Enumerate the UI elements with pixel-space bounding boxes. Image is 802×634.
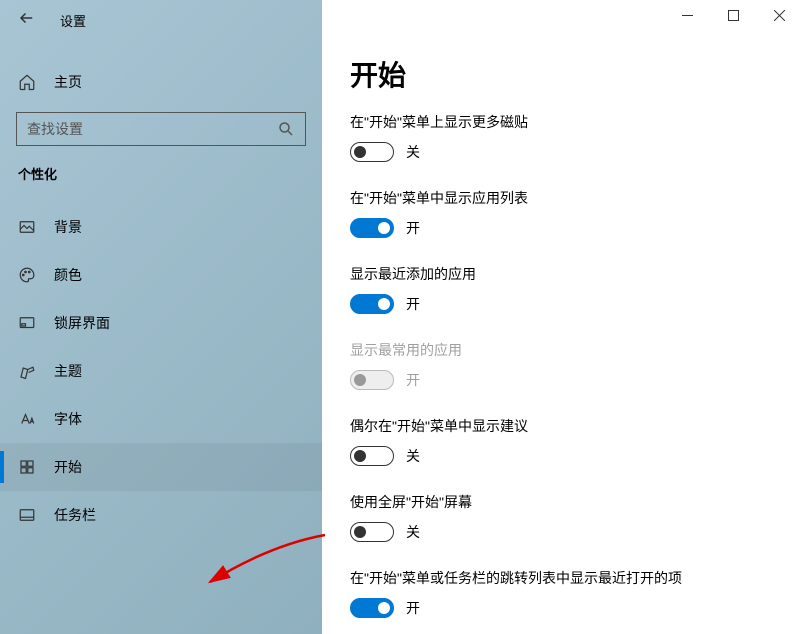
setting-jumplist: 在"开始"菜单或任务栏的跳转列表中显示最近打开的项 开 [350,568,774,618]
toggle-state: 关 [406,446,420,466]
setting-label: 在"开始"菜单中显示应用列表 [350,188,774,208]
maximize-button[interactable] [710,0,756,30]
toggle-row: 开 [350,294,774,314]
sidebar-item-label: 任务栏 [54,505,96,525]
toggle-jumplist[interactable] [350,598,394,618]
category-label: 个性化 [0,146,322,189]
toggle-recently-added[interactable] [350,294,394,314]
sidebar-item-label: 开始 [54,457,82,477]
setting-label: 使用全屏"开始"屏幕 [350,492,774,512]
lockscreen-icon [18,314,36,332]
toggle-row: 开 [350,370,774,390]
toggle-row: 关 [350,446,774,466]
toggle-state: 关 [406,142,420,162]
setting-more-tiles: 在"开始"菜单上显示更多磁贴 关 [350,112,774,162]
annotation-arrow-icon [322,530,330,590]
sidebar-item-start[interactable]: 开始 [0,443,322,491]
setting-label: 显示最近添加的应用 [350,264,774,284]
minimize-button[interactable] [664,0,710,30]
close-button[interactable] [756,0,802,30]
setting-most-used: 显示最常用的应用 开 [350,340,774,390]
toggle-state: 开 [406,294,420,314]
toggle-state: 开 [406,370,420,390]
sidebar-item-label: 字体 [54,409,82,429]
home-label: 主页 [54,72,82,92]
setting-recently-added: 显示最近添加的应用 开 [350,264,774,314]
home-icon [18,73,36,91]
sidebar-item-themes[interactable]: 主题 [0,347,322,395]
setting-label: 在"开始"菜单或任务栏的跳转列表中显示最近打开的项 [350,568,774,588]
toggle-row: 开 [350,598,774,618]
toggle-fullscreen[interactable] [350,522,394,542]
start-icon [18,458,36,476]
toggle-state: 关 [406,522,420,542]
font-icon [18,410,36,428]
minimize-icon [682,10,693,21]
toggle-state: 开 [406,218,420,238]
sidebar-item-label: 颜色 [54,265,82,285]
sidebar-item-background[interactable]: 背景 [0,203,322,251]
setting-suggestions: 偶尔在"开始"菜单中显示建议 关 [350,416,774,466]
toggle-suggestions[interactable] [350,446,394,466]
main-panel: 开始 在"开始"菜单上显示更多磁贴 关 在"开始"菜单中显示应用列表 开 显示最… [322,0,802,634]
sidebar-item-fonts[interactable]: 字体 [0,395,322,443]
setting-label: 显示最常用的应用 [350,340,774,360]
maximize-icon [728,10,739,21]
sidebar-item-label: 主题 [54,361,82,381]
setting-app-list: 在"开始"菜单中显示应用列表 开 [350,188,774,238]
sidebar-item-colors[interactable]: 颜色 [0,251,322,299]
toggle-row: 关 [350,522,774,542]
palette-icon [18,266,36,284]
sidebar: 设置 主页 个性化 背景 颜色 锁屏界面 主题 字体 [0,0,322,634]
window-title: 设置 [60,11,86,30]
setting-label: 偶尔在"开始"菜单中显示建议 [350,416,774,436]
toggle-row: 开 [350,218,774,238]
titlebar-left: 设置 [0,0,322,40]
arrow-left-icon [18,9,36,27]
sidebar-item-taskbar[interactable]: 任务栏 [0,491,322,539]
home-nav[interactable]: 主页 [0,62,322,102]
setting-label: 在"开始"菜单上显示更多磁贴 [350,112,774,132]
close-icon [774,10,785,21]
toggle-state: 开 [406,598,420,618]
picture-icon [18,218,36,236]
toggle-row: 关 [350,142,774,162]
search-input[interactable] [27,121,277,137]
page-title: 开始 [350,54,774,94]
toggle-most-used [350,370,394,390]
theme-icon [18,362,36,380]
setting-fullscreen: 使用全屏"开始"屏幕 关 [350,492,774,542]
taskbar-icon [18,506,36,524]
sidebar-item-lockscreen[interactable]: 锁屏界面 [0,299,322,347]
window-controls [664,0,802,38]
search-icon [277,120,295,138]
content: 开始 在"开始"菜单上显示更多磁贴 关 在"开始"菜单中显示应用列表 开 显示最… [322,38,802,634]
nav-list: 背景 颜色 锁屏界面 主题 字体 开始 任务栏 [0,203,322,539]
sidebar-item-label: 锁屏界面 [54,313,110,333]
toggle-app-list[interactable] [350,218,394,238]
search-box[interactable] [16,112,306,146]
toggle-more-tiles[interactable] [350,142,394,162]
back-button[interactable] [18,9,36,32]
titlebar-right [322,0,802,38]
sidebar-item-label: 背景 [54,217,82,237]
